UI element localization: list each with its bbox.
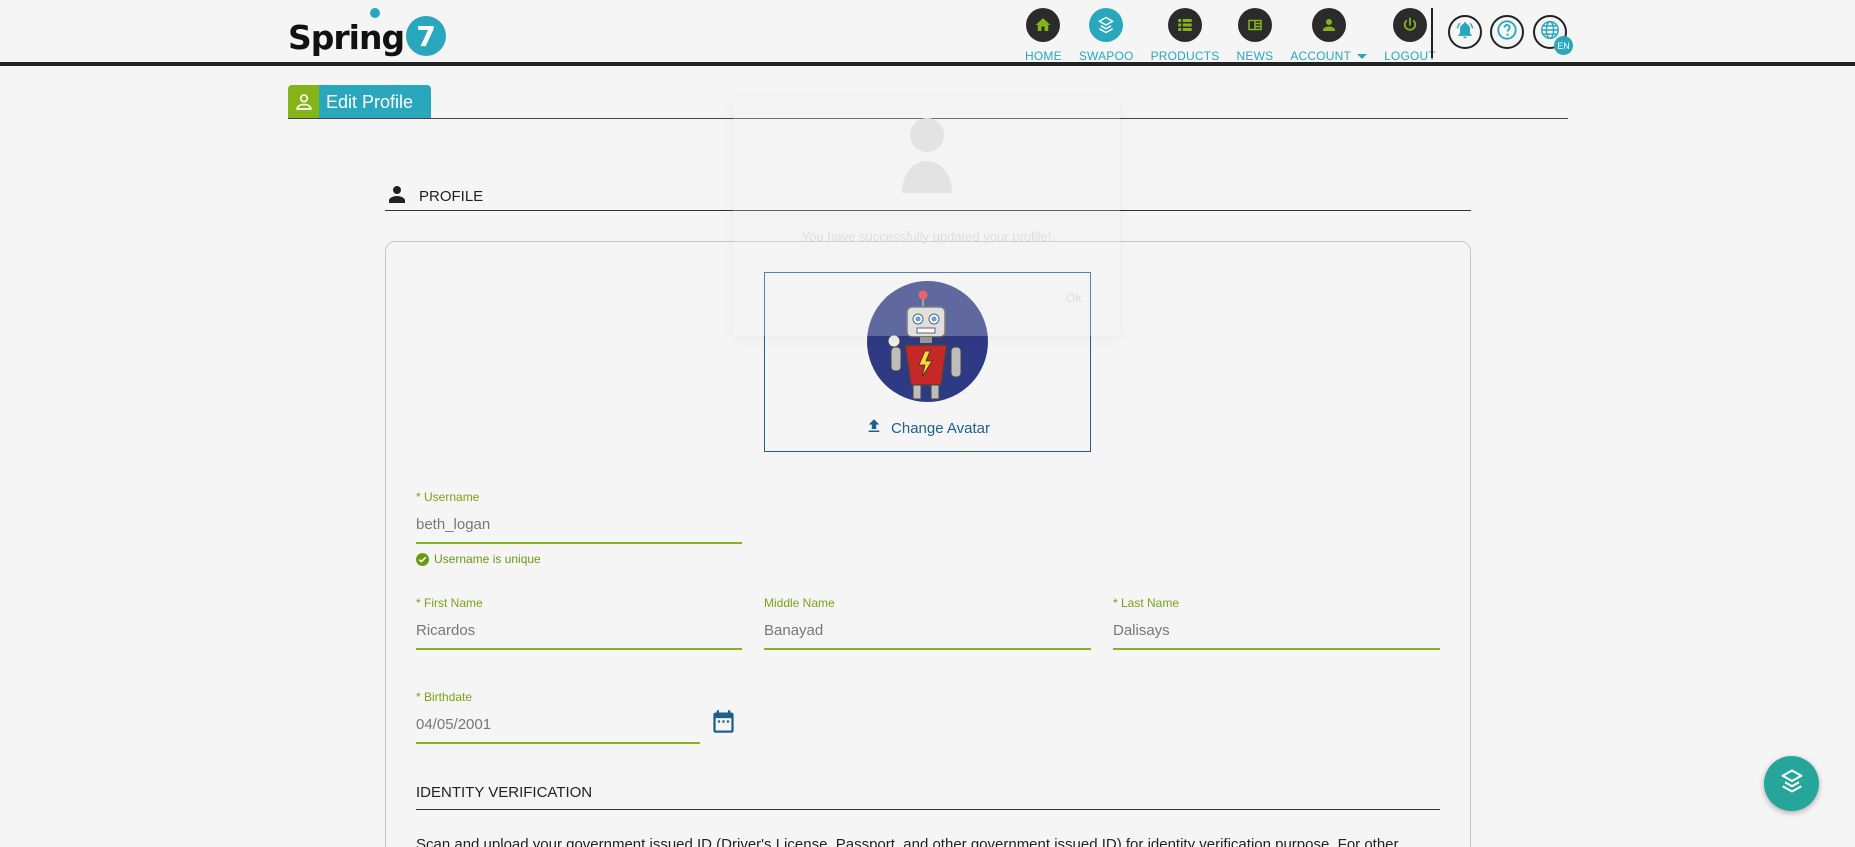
person-icon [385,182,409,211]
nav-swapoo-label: SWAPOO [1078,49,1134,63]
username-label: * Username [416,490,480,504]
nav-home-label: HOME [1025,49,1062,63]
nav-home[interactable]: HOME [1025,8,1062,63]
nav-products[interactable]: PRODUCTS [1151,8,1220,63]
last-name-input[interactable] [1113,622,1440,639]
spring7-logo[interactable]: Spring 7 [288,8,447,58]
logo-text: Spring [288,18,405,57]
notifications-button[interactable] [1448,15,1482,49]
logo-dot [370,8,380,18]
first-name-label: * First Name [416,596,483,610]
first-name-input[interactable] [416,622,742,639]
newspaper-icon [1237,8,1272,42]
last-name-underline [1113,648,1440,650]
help-button[interactable] [1490,15,1524,49]
chevron-down-icon [1357,54,1368,60]
top-header: Spring 7 HOME SWAPOO PRODUCTS NEWS ACCOU… [0,0,1855,66]
username-hint-text: Username is unique [434,552,541,566]
page-title: Edit Profile [319,85,432,119]
change-avatar-button[interactable]: Change Avatar [765,417,1090,439]
nav-swapoo[interactable]: SWAPOO [1079,8,1134,63]
middle-name-field: Middle Name [764,596,1091,652]
identity-verification-heading: IDENTITY VERIFICATION [416,784,1440,810]
birthdate-field: * Birthdate [416,690,700,746]
birthdate-label: * Birthdate [416,690,473,704]
success-popup: You have successfully updated your profi… [733,99,1120,336]
swapoo-fab-button[interactable] [1764,756,1819,811]
username-hint: Username is unique [416,552,541,566]
page-title-tab: Edit Profile [288,85,432,119]
first-name-field: * First Name [416,596,742,652]
list-icon [1168,8,1203,42]
first-name-underline [416,648,742,650]
username-input[interactable] [416,516,742,533]
section-label: PROFILE [419,187,484,205]
birthdate-underline [416,742,700,744]
calendar-icon [710,710,737,739]
last-name-label: * Last Name [1113,596,1180,610]
middle-name-input[interactable] [764,622,1091,639]
bell-icon [1455,20,1475,45]
middle-name-label: Middle Name [764,596,835,610]
nav-account-label: ACCOUNT [1290,49,1368,63]
person-icon [900,113,954,198]
popup-message: You have successfully updated your profi… [801,229,1052,244]
person-outline-icon [288,85,319,119]
swapoo-icon [1089,8,1124,42]
nav-logout-label: LOGOUT [1384,49,1436,63]
nav-logout[interactable]: LOGOUT [1384,8,1436,63]
change-avatar-label: Change Avatar [891,419,990,437]
popup-ok-button[interactable]: Ok [1066,291,1081,305]
nav-account-text: ACCOUNT [1290,49,1352,63]
upload-icon [865,417,891,439]
nav-news-label: NEWS [1236,49,1274,63]
nav-news[interactable]: NEWS [1237,8,1274,63]
person-icon [1311,8,1346,42]
last-name-field: * Last Name [1113,596,1440,652]
birthdate-input[interactable] [416,716,700,733]
home-icon [1026,8,1061,42]
logo-badge: 7 [406,16,447,56]
username-field: * Username [416,490,742,546]
middle-name-underline [764,648,1091,650]
main-nav: HOME SWAPOO PRODUCTS NEWS ACCOUNT LOGOUT [1025,8,1453,63]
calendar-button[interactable] [710,708,737,740]
identity-verification-text: Scan and upload your government issued I… [416,836,1399,847]
nav-account[interactable]: ACCOUNT [1290,8,1368,63]
language-code-badge: EN [1554,36,1573,55]
swapoo-icon [1778,767,1806,800]
power-icon [1393,8,1427,42]
username-underline [416,542,742,544]
header-divider [1431,8,1433,58]
nav-products-label: PRODUCTS [1150,49,1220,63]
help-icon [1496,19,1518,46]
check-circle-icon [416,552,429,566]
